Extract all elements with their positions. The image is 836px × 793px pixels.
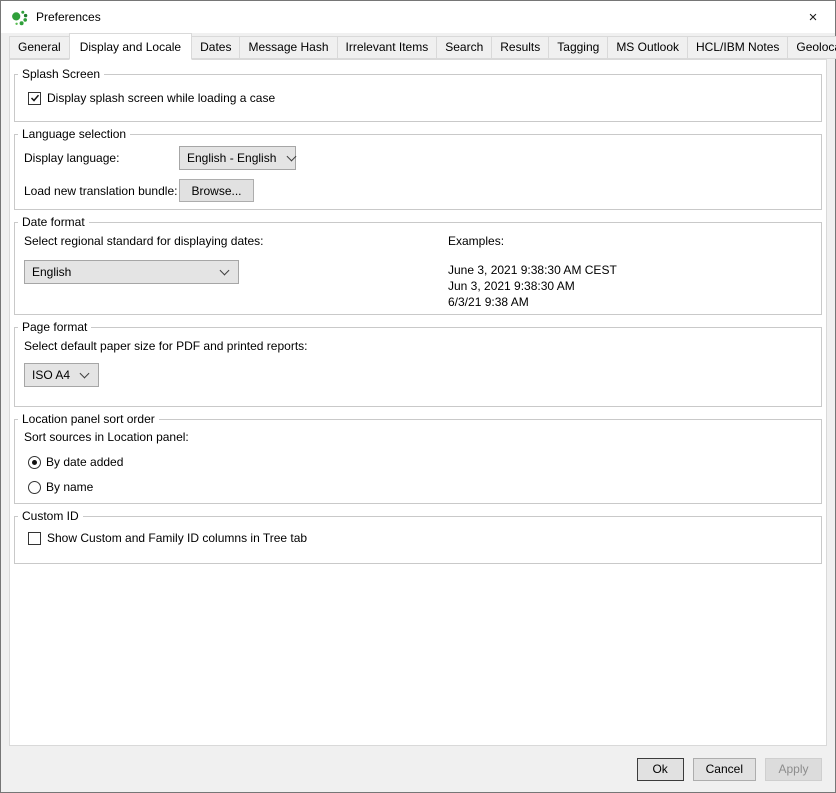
- close-icon[interactable]: ×: [791, 1, 835, 33]
- checkbox-checked-icon[interactable]: [28, 92, 41, 105]
- chevron-down-icon: [80, 368, 90, 378]
- footer-button-bar: Ok Cancel Apply: [1, 746, 835, 792]
- group-date-format: Date format Select regional standard for…: [14, 222, 822, 315]
- radio-selected-icon[interactable]: [28, 456, 41, 469]
- date-format-description: Select regional standard for displaying …: [24, 234, 821, 248]
- group-splash-screen: Splash Screen Display splash screen whil…: [14, 74, 822, 122]
- preferences-dialog: Preferences × General Display and Locale…: [0, 0, 836, 793]
- date-example-short: 6/3/21 9:38 AM: [448, 294, 617, 310]
- tab-irrelevant-items[interactable]: Irrelevant Items: [337, 36, 438, 59]
- tab-display-and-locale[interactable]: Display and Locale: [69, 33, 192, 60]
- date-format-select[interactable]: English: [24, 260, 239, 284]
- date-format-value: English: [25, 265, 209, 279]
- group-language-selection: Language selection Display language: Eng…: [14, 134, 822, 210]
- paper-size-value: ISO A4: [25, 368, 75, 382]
- radio-by-date-added[interactable]: By date added: [28, 455, 821, 469]
- titlebar: Preferences ×: [1, 1, 835, 33]
- tab-search[interactable]: Search: [436, 36, 492, 59]
- translation-bundle-label: Load new translation bundle:: [24, 184, 179, 198]
- tab-message-hash[interactable]: Message Hash: [239, 36, 337, 59]
- chevron-down-icon: [220, 265, 230, 275]
- radio-by-date-added-label: By date added: [46, 455, 123, 469]
- splash-screen-checkbox-label: Display splash screen while loading a ca…: [47, 91, 275, 105]
- radio-by-name-label: By name: [46, 480, 93, 494]
- date-examples: Examples: June 3, 2021 9:38:30 AM CEST J…: [448, 234, 617, 310]
- group-custom-id-title: Custom ID: [18, 509, 83, 523]
- tab-results[interactable]: Results: [491, 36, 549, 59]
- tab-dates[interactable]: Dates: [191, 36, 240, 59]
- browse-button[interactable]: Browse...: [179, 179, 254, 202]
- group-custom-id: Custom ID Show Custom and Family ID colu…: [14, 516, 822, 564]
- group-language-selection-title: Language selection: [18, 127, 130, 141]
- radio-unselected-icon[interactable]: [28, 481, 41, 494]
- group-page-format: Page format Select default paper size fo…: [14, 327, 822, 407]
- tab-ms-outlook[interactable]: MS Outlook: [607, 36, 688, 59]
- page-format-description: Select default paper size for PDF and pr…: [24, 339, 821, 353]
- date-examples-label: Examples:: [448, 234, 617, 248]
- chevron-down-icon: [287, 151, 297, 161]
- tab-bar: General Display and Locale Dates Message…: [1, 33, 835, 59]
- ok-button[interactable]: Ok: [637, 758, 684, 781]
- apply-button[interactable]: Apply: [765, 758, 822, 781]
- checkbox-unchecked-icon[interactable]: [28, 532, 41, 545]
- tab-tagging[interactable]: Tagging: [548, 36, 608, 59]
- tab-hcl-ibm-notes[interactable]: HCL/IBM Notes: [687, 36, 788, 59]
- group-location-sort-order-title: Location panel sort order: [18, 412, 159, 426]
- display-language-select[interactable]: English - English: [179, 146, 296, 170]
- group-splash-screen-title: Splash Screen: [18, 67, 104, 81]
- splash-screen-checkbox[interactable]: Display splash screen while loading a ca…: [28, 91, 821, 105]
- display-language-value: English - English: [180, 151, 276, 165]
- date-example-medium: Jun 3, 2021 9:38:30 AM: [448, 278, 617, 294]
- tab-geolocation[interactable]: Geolocation: [787, 36, 836, 59]
- group-location-sort-order: Location panel sort order Sort sources i…: [14, 419, 822, 504]
- cancel-button[interactable]: Cancel: [693, 758, 756, 781]
- display-language-label: Display language:: [24, 151, 179, 165]
- custom-id-checkbox-label: Show Custom and Family ID columns in Tre…: [47, 531, 307, 545]
- date-example-long: June 3, 2021 9:38:30 AM CEST: [448, 262, 617, 278]
- tab-content-pane: Splash Screen Display splash screen whil…: [9, 59, 827, 746]
- paper-size-select[interactable]: ISO A4: [24, 363, 99, 387]
- group-page-format-title: Page format: [18, 320, 91, 334]
- radio-by-name[interactable]: By name: [28, 480, 821, 494]
- window-title: Preferences: [36, 10, 101, 24]
- app-logo-icon: [11, 9, 28, 26]
- location-sort-description: Sort sources in Location panel:: [24, 430, 821, 444]
- custom-id-checkbox[interactable]: Show Custom and Family ID columns in Tre…: [28, 531, 821, 545]
- tab-general[interactable]: General: [9, 36, 70, 59]
